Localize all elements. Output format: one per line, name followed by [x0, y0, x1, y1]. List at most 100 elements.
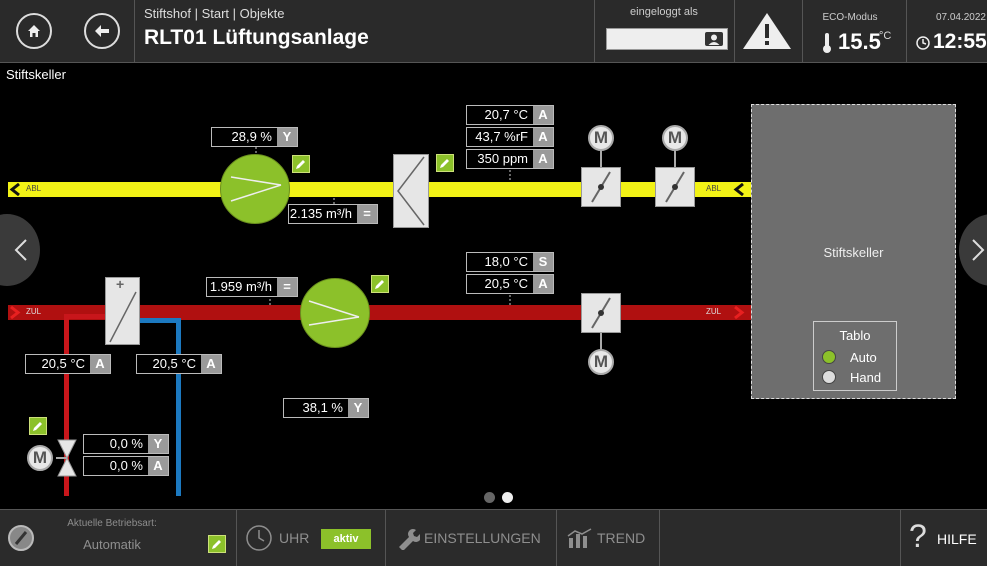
mode-slash-icon: [14, 531, 28, 545]
exhaust-damper-1[interactable]: [581, 167, 621, 207]
exhaust-damper-2-motor[interactable]: M: [662, 125, 688, 151]
cold-pipe-vertical: [176, 318, 181, 496]
hand-radio[interactable]: [822, 370, 836, 384]
pencil-icon: [212, 540, 221, 549]
clock-schedule-icon: [246, 525, 272, 551]
heater-flow-temperature-value: 20,5 °C: [41, 356, 85, 371]
damper-blade-icon: [665, 171, 685, 203]
heater-return-temperature-mode: A: [201, 355, 221, 373]
mode-icon: [8, 525, 34, 551]
wrench-icon: [399, 529, 420, 550]
supply-temperature-mode: A: [533, 275, 553, 293]
hot-pipe-horizontal: [64, 314, 110, 319]
tablo-panel: Tablo Auto Hand: [813, 321, 897, 391]
valve-feedback-value: 0,0 %: [109, 458, 143, 473]
room-box[interactable]: Stiftskeller Tablo Auto Hand: [751, 104, 956, 399]
help-button[interactable]: ? HILFE: [901, 510, 987, 566]
tablo-title: Tablo: [839, 328, 871, 343]
supply-setpoint[interactable]: 18,0 °C S: [466, 252, 554, 272]
trend-chart-icon: [567, 528, 592, 548]
hand-label: Hand: [850, 370, 882, 385]
exhaust-fan-output[interactable]: 28,9 % Y: [211, 127, 298, 147]
exhaust-temperature-value: 20,7 °C: [484, 107, 528, 122]
trend-label: TREND: [597, 530, 646, 546]
exhaust-co2-mode: A: [533, 150, 553, 168]
supply-fan-output-value: 38,1 %: [302, 400, 343, 415]
exhaust-humidity-mode: A: [533, 128, 553, 146]
operating-mode-edit-button[interactable]: [208, 535, 226, 553]
auto-label: Auto: [850, 350, 877, 365]
heater-return-temperature[interactable]: 20,5 °C A: [136, 354, 222, 374]
exhaust-flow-rate-mode: =: [357, 205, 377, 223]
pencil-icon: [33, 422, 42, 431]
exhaust-humidity-value: 43,7 %rF: [475, 129, 528, 144]
exhaust-co2[interactable]: 350 ppm A: [466, 149, 554, 169]
heater-return-temperature-value: 20,5 °C: [152, 356, 196, 371]
heat-exchanger-edit-button[interactable]: [436, 154, 454, 172]
clock-schedule-button[interactable]: UHR aktiv: [237, 510, 385, 566]
question-mark-icon: ?: [909, 518, 927, 554]
room-name: Stiftskeller: [823, 245, 884, 260]
exhaust-flow-rate-value: 2.135 m³/h: [289, 206, 352, 221]
pencil-icon: [440, 159, 449, 168]
valve-feedback[interactable]: 0,0 % A: [83, 456, 169, 476]
exhaust-temperature-mode: A: [533, 106, 553, 124]
valve-output[interactable]: 0,0 % Y: [83, 434, 169, 454]
page-indicator-dot-1[interactable]: [484, 492, 495, 503]
supply-fan[interactable]: [300, 278, 370, 348]
exhaust-temperature[interactable]: 20,7 °C A: [466, 105, 554, 125]
damper-blade-icon: [591, 171, 611, 203]
supply-damper-motor[interactable]: M: [588, 349, 614, 375]
pencil-icon: [296, 160, 305, 169]
heat-exchanger[interactable]: [393, 154, 429, 228]
supply-fan-edit-button[interactable]: [371, 275, 389, 293]
clock-status-badge: aktiv: [321, 529, 371, 549]
exhaust-fan-edit-button[interactable]: [292, 155, 310, 173]
valve-motor[interactable]: M: [27, 445, 53, 471]
exhaust-co2-value: 350 ppm: [477, 151, 528, 166]
exhaust-damper-1-motor[interactable]: M: [588, 125, 614, 151]
settings-button[interactable]: EINSTELLUNGEN: [386, 510, 556, 566]
auto-radio[interactable]: [822, 350, 836, 364]
supply-fan-output[interactable]: 38,1 % Y: [283, 398, 369, 418]
coil-diagonal-icon: [109, 291, 137, 343]
three-way-valve-icon[interactable]: [56, 438, 78, 478]
heater-flow-temperature[interactable]: 20,5 °C A: [25, 354, 111, 374]
settings-label: EINSTELLUNGEN: [424, 530, 541, 546]
footer-bar: Aktuelle Betriebsart: Automatik UHR akti…: [0, 509, 987, 566]
supply-damper[interactable]: [581, 293, 621, 333]
supply-setpoint-value: 18,0 °C: [484, 254, 528, 269]
exhaust-humidity[interactable]: 43,7 %rF A: [466, 127, 554, 147]
heater-coil[interactable]: +: [105, 276, 140, 345]
fan-symbol-icon: [230, 176, 282, 202]
damper-blade-icon: [591, 297, 611, 329]
supply-flow-rate[interactable]: 1.959 m³/h =: [206, 277, 298, 297]
chevron-left-icon: [14, 239, 27, 261]
supply-setpoint-mode: S: [533, 253, 553, 271]
valve-output-value: 0,0 %: [109, 436, 143, 451]
heater-flow-temperature-mode: A: [90, 355, 110, 373]
heat-exchanger-symbol-icon: [397, 156, 425, 226]
operating-mode-value: Automatik: [83, 537, 141, 552]
supply-temperature[interactable]: 20,5 °C A: [466, 274, 554, 294]
chevron-right-icon: [972, 239, 985, 261]
exhaust-fan-output-mode: Y: [277, 128, 297, 146]
supply-fan-output-mode: Y: [348, 399, 368, 417]
valve-output-mode: Y: [148, 435, 168, 453]
operating-mode-section[interactable]: Aktuelle Betriebsart: Automatik: [0, 510, 236, 566]
supply-flow-rate-mode: =: [277, 278, 297, 296]
exhaust-damper-2[interactable]: [655, 167, 695, 207]
trend-button[interactable]: TREND: [557, 510, 659, 566]
exhaust-flow-rate[interactable]: 2.135 m³/h =: [288, 204, 378, 224]
exhaust-fan[interactable]: [220, 154, 290, 224]
fan-symbol-icon: [308, 300, 360, 326]
valve-edit-button[interactable]: [29, 417, 47, 435]
clock-label: UHR: [279, 530, 310, 546]
help-label: HILFE: [937, 531, 977, 547]
exhaust-fan-output-value: 28,9 %: [231, 129, 272, 144]
cold-pipe-horizontal: [138, 318, 181, 323]
valve-feedback-mode: A: [148, 457, 168, 475]
page-indicator-dot-2[interactable]: [502, 492, 513, 503]
pencil-icon: [375, 280, 384, 289]
supply-temperature-value: 20,5 °C: [484, 276, 528, 291]
